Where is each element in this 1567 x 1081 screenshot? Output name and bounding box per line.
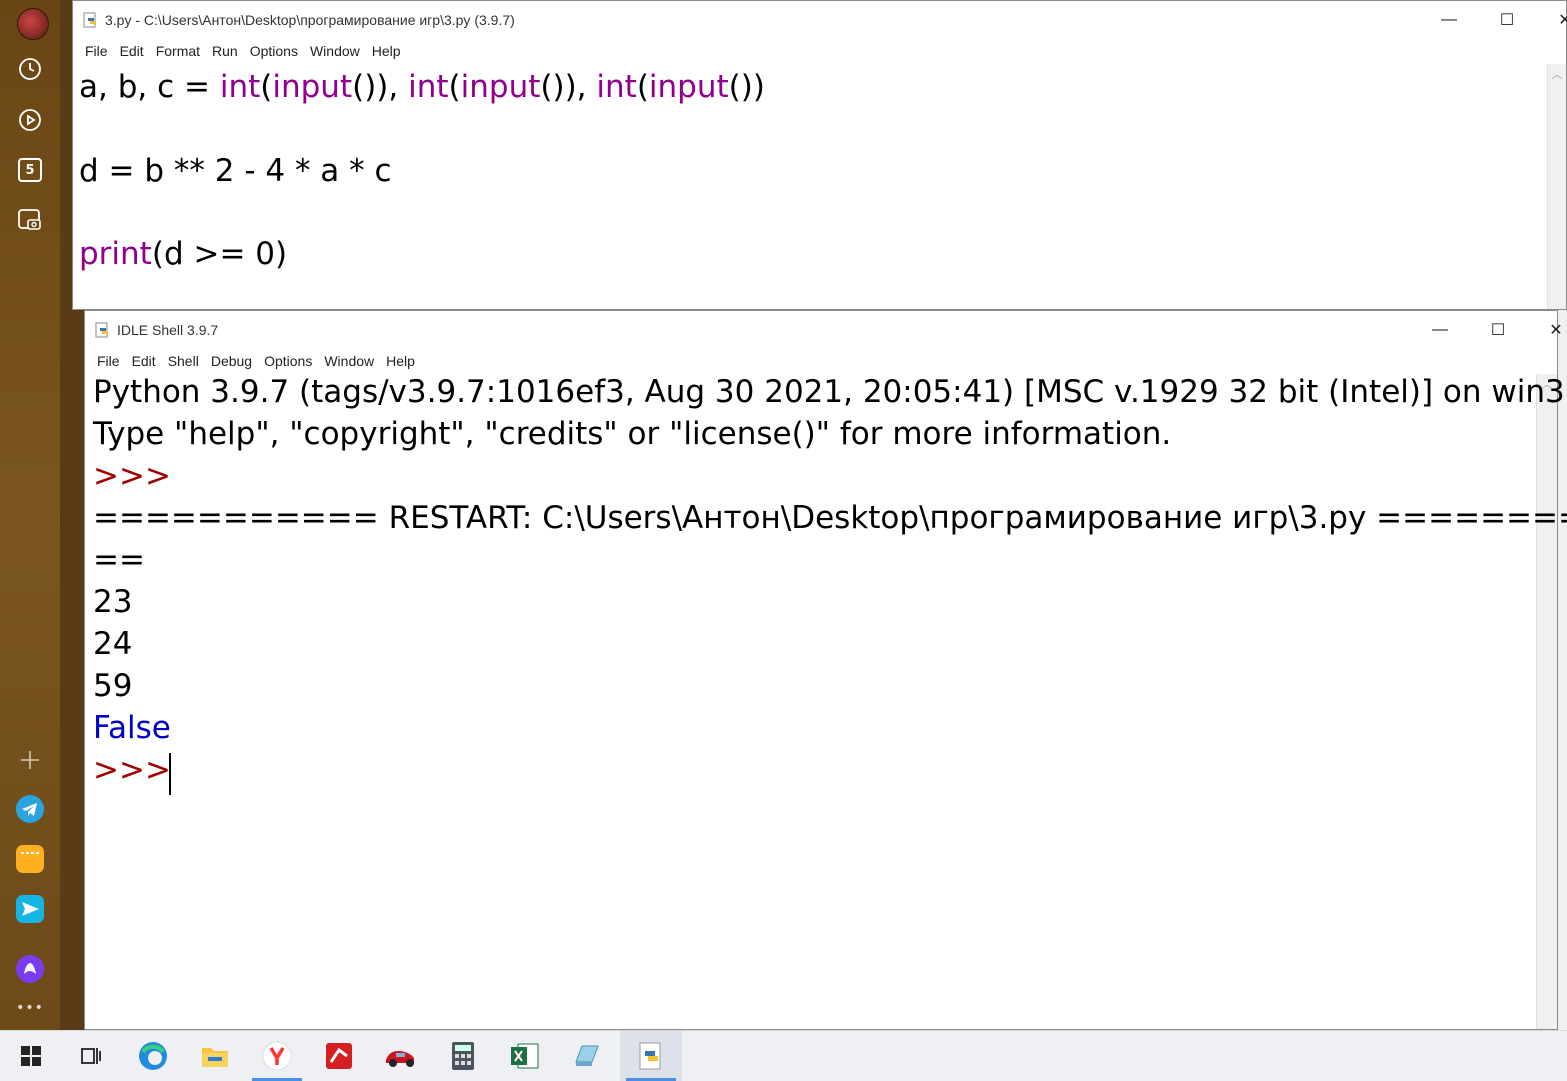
browser-sidebar: 5 ••• <box>0 0 60 1030</box>
minimize-button[interactable]: — <box>1411 311 1469 349</box>
shell-prompt: >>> <box>93 458 171 494</box>
editor-titlebar[interactable]: 3.py - C:\Users\Антон\Desktop\програмиро… <box>73 1 1567 39</box>
menu-shell[interactable]: Shell <box>162 353 205 369</box>
code-builtin: input <box>460 69 541 105</box>
code-text: a, b, c = <box>79 69 220 105</box>
close-button[interactable]: ✕ <box>1536 1 1567 39</box>
five-badge-icon[interactable]: 5 <box>14 154 46 186</box>
restart-line: == <box>93 542 145 578</box>
alice-icon[interactable] <box>14 953 46 985</box>
python-idle-icon[interactable] <box>620 1031 682 1081</box>
python-file-icon <box>83 12 96 28</box>
editor-scrollbar[interactable]: ︿ <box>1547 64 1566 309</box>
restart-line: =========== RESTART: C:\Users\Антон\Desk… <box>93 500 1567 536</box>
shell-titlebar[interactable]: IDLE Shell 3.9.7 — ☐ ✕ <box>85 311 1563 349</box>
code-text: (d >= 0) <box>151 236 288 272</box>
app-red-icon[interactable] <box>308 1031 370 1081</box>
taskbar <box>0 1030 1567 1081</box>
menu-help[interactable]: Help <box>366 43 407 59</box>
file-explorer-icon[interactable] <box>184 1031 246 1081</box>
code-line: a, b, c = int(input()), int(input()), in… <box>79 69 765 105</box>
edge-icon[interactable] <box>122 1031 184 1081</box>
screenshot-icon[interactable] <box>14 204 46 236</box>
menu-edit[interactable]: Edit <box>126 353 162 369</box>
code-text: ()), <box>352 69 409 105</box>
code-line: print(d >= 0) <box>79 236 287 272</box>
code-text: ( <box>260 69 273 105</box>
play-icon[interactable] <box>14 104 46 136</box>
code-text: d = b ** 2 - 4 * a * c <box>79 153 392 189</box>
code-text: ( <box>636 69 649 105</box>
menu-options[interactable]: Options <box>258 353 318 369</box>
menu-window[interactable]: Window <box>304 43 366 59</box>
windows-start-icon[interactable] <box>0 1031 62 1081</box>
menu-file[interactable]: File <box>91 353 126 369</box>
banner-line: Python 3.9.7 (tags/v3.9.7:1016ef3, Aug 3… <box>93 374 1567 410</box>
code-builtin: int <box>596 69 637 105</box>
shell-scrollbar[interactable]: ︿ <box>1536 374 1557 1029</box>
input-value: 59 <box>93 668 133 704</box>
telegram-icon[interactable] <box>14 793 46 825</box>
add-icon[interactable] <box>14 744 46 776</box>
minimize-button[interactable]: — <box>1420 1 1478 39</box>
code-text: ()) <box>728 69 765 105</box>
task-view-icon[interactable] <box>60 1031 122 1081</box>
excel-icon[interactable] <box>494 1031 556 1081</box>
yandex-browser-icon[interactable] <box>246 1031 308 1081</box>
input-value: 23 <box>93 584 133 620</box>
history-icon[interactable] <box>14 53 46 85</box>
maximize-button[interactable]: ☐ <box>1469 311 1527 349</box>
code-line: d = b ** 2 - 4 * a * c <box>79 153 392 189</box>
text-cursor <box>169 753 171 795</box>
shell-prompt: >>> <box>93 752 171 788</box>
minimize-icon: — <box>1432 321 1448 338</box>
notepad-icon[interactable] <box>556 1031 618 1081</box>
badge-label: 5 <box>18 158 42 182</box>
editor-title: 3.py - C:\Users\Антон\Desktop\програмиро… <box>105 12 515 28</box>
code-builtin: input <box>648 69 729 105</box>
minimize-icon: — <box>1441 11 1457 28</box>
close-icon: ✕ <box>1549 322 1563 339</box>
code-builtin: int <box>219 69 261 105</box>
cars-game-icon[interactable] <box>370 1031 432 1081</box>
code-text: ()), <box>540 69 597 105</box>
program-output: False <box>93 710 171 746</box>
profile-avatar[interactable] <box>17 8 49 40</box>
banner-line: Type "help", "copyright", "credits" or "… <box>93 416 1172 452</box>
code-builtin: int <box>408 69 449 105</box>
menu-options[interactable]: Options <box>244 43 304 59</box>
code-builtin: input <box>272 69 353 105</box>
menu-window[interactable]: Window <box>318 353 380 369</box>
menu-run[interactable]: Run <box>206 43 244 59</box>
shell-output[interactable]: Python 3.9.7 (tags/v3.9.7:1016ef3, Aug 3… <box>85 374 1567 1029</box>
python-shell-icon <box>95 322 108 338</box>
menu-debug[interactable]: Debug <box>205 353 258 369</box>
menu-edit[interactable]: Edit <box>114 43 150 59</box>
maximize-icon: ☐ <box>1490 322 1506 339</box>
send-icon[interactable] <box>14 893 46 925</box>
calculator-icon[interactable] <box>432 1031 494 1081</box>
close-button[interactable]: ✕ <box>1527 311 1567 349</box>
shell-menubar: File Edit Shell Debug Options Window Hel… <box>85 349 1557 373</box>
close-icon: ✕ <box>1558 12 1567 29</box>
menu-format[interactable]: Format <box>150 43 206 59</box>
notes-icon[interactable] <box>14 843 46 875</box>
maximize-button[interactable]: ☐ <box>1478 1 1536 39</box>
code-area[interactable]: a, b, c = int(input()), int(input()), in… <box>79 65 1519 305</box>
code-text: ( <box>448 69 461 105</box>
menu-file[interactable]: File <box>79 43 114 59</box>
editor-window[interactable]: 3.py - C:\Users\Антон\Desktop\програмиро… <box>72 0 1567 310</box>
scroll-up-icon[interactable]: ︿ <box>1548 66 1566 82</box>
more-icon[interactable]: ••• <box>14 992 46 1024</box>
shell-window[interactable]: IDLE Shell 3.9.7 — ☐ ✕ File Edit Shell D… <box>84 310 1567 1030</box>
shell-title: IDLE Shell 3.9.7 <box>117 322 219 338</box>
code-builtin: print <box>79 236 152 272</box>
maximize-icon: ☐ <box>1499 12 1515 29</box>
editor-menubar: File Edit Format Run Options Window Help <box>73 39 1566 63</box>
input-value: 24 <box>93 626 133 662</box>
menu-help[interactable]: Help <box>380 353 421 369</box>
